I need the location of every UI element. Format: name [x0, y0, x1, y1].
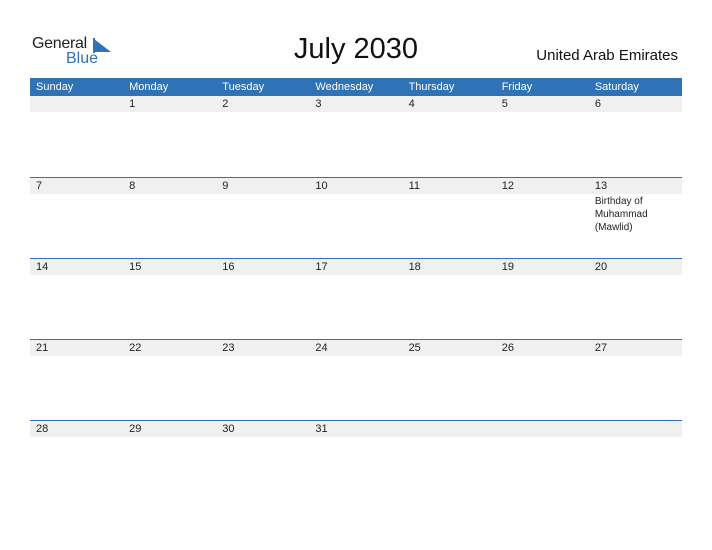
day-number: 23: [222, 342, 235, 354]
holiday-event: [216, 112, 309, 113]
holiday-event: [216, 437, 309, 438]
day-number: 24: [315, 342, 328, 354]
day-number: [589, 421, 682, 437]
holiday-event: [403, 437, 496, 438]
day-number: 14: [36, 261, 49, 273]
holiday-event: [123, 112, 216, 113]
day-number: 4: [408, 98, 415, 110]
day-number: 15: [129, 261, 142, 273]
day-number: [30, 96, 123, 112]
day-number-strip: 14 15 16 17 18 19 20: [30, 259, 682, 275]
holiday-event: [403, 275, 496, 276]
holiday-event: [589, 356, 682, 357]
day-number: [403, 421, 496, 437]
day-number: 9: [222, 180, 229, 192]
day-number-strip: 28 29 30 31: [30, 421, 682, 437]
weekday-thursday: Thursday: [408, 81, 455, 93]
holiday-event: [30, 112, 123, 113]
holiday-event: [309, 194, 402, 234]
day-number: 7: [36, 180, 43, 192]
holiday-event: [496, 356, 589, 357]
holiday-event: [496, 437, 589, 438]
day-number: 19: [501, 261, 514, 273]
holiday-event: [496, 194, 589, 234]
holiday-event: [216, 356, 309, 357]
event-strip: [30, 437, 682, 438]
day-number: 22: [129, 342, 142, 354]
day-number: 1: [129, 98, 136, 110]
day-number-strip: 7 8 9 10 11 12 13: [30, 178, 682, 194]
week-row: 21 22 23 24 25 26 27: [30, 339, 682, 420]
weekday-wednesday: Wednesday: [315, 81, 374, 93]
holiday-event: [30, 437, 123, 438]
week-row: 28 29 30 31: [30, 420, 682, 501]
week-row: 14 15 16 17 18 19 20: [30, 258, 682, 339]
weekday-tuesday: Tuesday: [222, 81, 265, 93]
holiday-event: [309, 356, 402, 357]
day-number: 12: [501, 180, 514, 192]
day-number: 10: [315, 180, 328, 192]
day-number: 16: [222, 261, 235, 273]
holiday-event: [403, 194, 496, 234]
holiday-event: [496, 275, 589, 276]
holiday-event: [589, 437, 682, 438]
holiday-event: [309, 275, 402, 276]
holiday-event: [30, 275, 123, 276]
weekday-header: Sunday Monday Tuesday Wednesday Thursday…: [30, 78, 682, 96]
day-number: 27: [594, 342, 608, 354]
day-number-strip: 1 2 3 4 5 6: [30, 96, 682, 112]
day-number: 30: [222, 423, 235, 435]
event-strip: Birthday of Muhammad (Mawlid): [30, 194, 682, 234]
day-number: 26: [501, 342, 514, 354]
day-number: 28: [36, 423, 49, 435]
day-number: 18: [408, 261, 421, 273]
day-number: 13: [594, 180, 608, 192]
day-number: 31: [315, 423, 328, 435]
holiday-event: [309, 112, 402, 113]
week-row: 1 2 3 4 5 6: [30, 96, 682, 177]
day-number: 17: [315, 261, 328, 273]
event-strip: [30, 112, 682, 113]
day-number: [496, 421, 589, 437]
event-strip: [30, 356, 682, 357]
holiday-event: [309, 437, 402, 438]
weekday-sunday: Sunday: [36, 81, 74, 93]
weekday-monday: Monday: [129, 81, 169, 93]
day-number: 2: [222, 98, 229, 110]
holiday-event: [123, 275, 216, 276]
event-strip: [30, 275, 682, 276]
holiday-event: [403, 112, 496, 113]
weeks: 1 2 3 4 5 6 7 8 9 10 11 12 13 Birthday of Muhammad (M…: [30, 96, 682, 501]
day-number: 25: [408, 342, 421, 354]
country-label: United Arab Emirates: [536, 47, 678, 64]
holiday-event: Birthday of Muhammad (Mawlid): [594, 196, 648, 233]
holiday-event: [216, 275, 309, 276]
holiday-event: [123, 194, 216, 234]
day-number-strip: 21 22 23 24 25 26 27: [30, 340, 682, 356]
day-number: 20: [594, 261, 608, 273]
day-number: 5: [501, 98, 508, 110]
holiday-event: [123, 437, 216, 438]
day-number: 29: [129, 423, 142, 435]
day-number: 11: [408, 180, 420, 192]
day-number: 3: [315, 98, 322, 110]
calendar: Sunday Monday Tuesday Wednesday Thursday…: [30, 78, 682, 501]
weekday-saturday: Saturday: [594, 81, 639, 93]
holiday-event: [216, 194, 309, 234]
week-row: 7 8 9 10 11 12 13 Birthday of Muhammad (Mawlid): [30, 177, 682, 258]
weekday-friday: Friday: [501, 81, 533, 93]
day-number: 6: [594, 98, 601, 110]
holiday-event: [589, 112, 682, 113]
day-number: 21: [36, 342, 49, 354]
holiday-event: [403, 356, 496, 357]
holiday-event: [123, 356, 216, 357]
holiday-event: [30, 194, 123, 234]
holiday-event: [589, 275, 682, 276]
holiday-event: [30, 356, 123, 357]
holiday-event: [496, 112, 589, 113]
day-number: 8: [129, 180, 136, 192]
